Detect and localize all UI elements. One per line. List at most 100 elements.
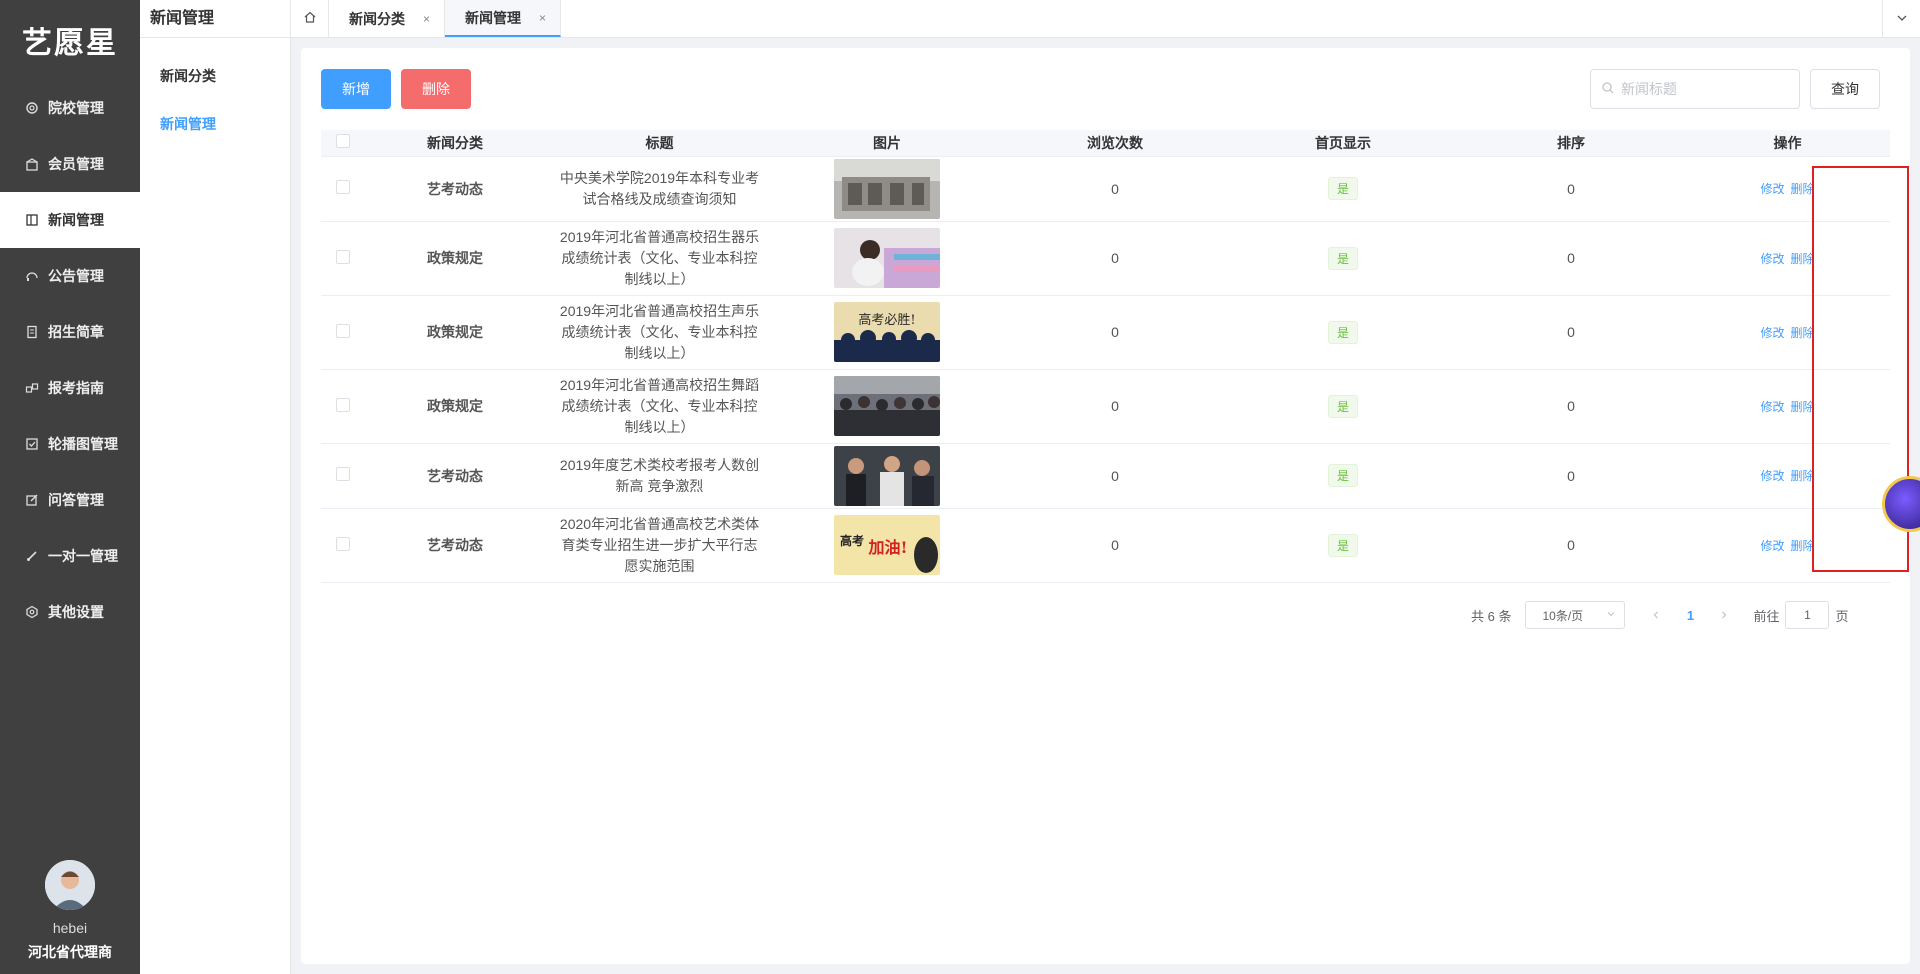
title-cell: 中央美术学院2019年本科专业考试合格线及成绩查询须知: [559, 169, 760, 207]
row-checkbox[interactable]: [335, 467, 350, 481]
sidebar-item-brochure[interactable]: 招生简章: [0, 304, 140, 360]
column-header: 浏览次数: [1001, 130, 1229, 157]
page-size-select[interactable]: 10条/页: [1525, 601, 1626, 629]
close-icon[interactable]: ×: [539, 11, 546, 25]
home-display-tag: 是: [1327, 464, 1358, 487]
delete-link[interactable]: 删除: [1791, 469, 1815, 483]
delete-link[interactable]: 删除: [1791, 400, 1815, 414]
next-page-button[interactable]: [1709, 608, 1739, 623]
prev-page-button[interactable]: [1641, 608, 1671, 623]
settings-icon: [24, 604, 40, 620]
page-size-value: 10条/页: [1542, 608, 1584, 623]
row-checkbox[interactable]: [335, 180, 350, 194]
tab-label: 新闻管理: [465, 9, 522, 26]
chevron-left-icon: [1654, 611, 1659, 618]
category-cell: 政策规定: [364, 295, 546, 370]
avatar[interactable]: [45, 860, 95, 910]
column-header: 操作: [1685, 130, 1890, 157]
poster-text-right: 加油!: [867, 538, 907, 557]
edit-link[interactable]: 修改: [1760, 400, 1784, 414]
column-header: 图片: [773, 130, 1001, 157]
submenu-item-news-manage[interactable]: 新闻管理: [140, 112, 290, 136]
table-row: 艺考动态 2019年度艺术类校考报考人数创新高 竞争激烈 0 是 0 修改 删除: [321, 443, 1890, 509]
row-checkbox[interactable]: [335, 249, 350, 264]
table-row: 艺考动态 中央美术学院2019年本科专业考试合格线及成绩查询须知 0 是 0 修…: [321, 156, 1890, 222]
sidebar-item-member[interactable]: 会员管理: [0, 136, 140, 192]
select-all-checkbox[interactable]: [335, 134, 350, 149]
edit-link[interactable]: 修改: [1760, 469, 1784, 483]
sidebar-item-label: 新闻管理: [48, 212, 104, 228]
sidebar-item-label: 问答管理: [48, 492, 104, 508]
sidebar-item-settings[interactable]: 其他设置: [0, 584, 140, 640]
total-count: 共 6 条: [1471, 608, 1512, 624]
title-cell: 2020年河北省普通高校艺术类体育类专业招生进一步扩大平行志愿实施范围: [559, 515, 760, 574]
edit-link[interactable]: 修改: [1760, 252, 1784, 266]
delete-button[interactable]: 删除: [401, 69, 471, 109]
tab-label: 新闻分类: [349, 10, 405, 27]
edit-icon: [24, 492, 40, 508]
table-row: 政策规定 2019年河北省普通高校招生舞蹈成绩统计表（文化、专业本科控制线以上）…: [321, 369, 1890, 444]
tab-bar: 新闻分类 × 新闻管理 ×: [291, 0, 1920, 38]
table-header: 新闻分类 标题 图片 浏览次数 首页显示 排序 操作: [321, 130, 1890, 157]
category-cell: 艺考动态: [364, 443, 546, 509]
row-checkbox[interactable]: [335, 397, 350, 412]
order-cell: 0: [1457, 443, 1685, 509]
submenu-title: 新闻管理: [140, 0, 290, 38]
home-display-tag: 是: [1327, 394, 1358, 418]
guide-icon: [24, 380, 40, 396]
tab-news-manage[interactable]: 新闻管理 ×: [445, 0, 562, 37]
page-number[interactable]: 1: [1671, 608, 1709, 623]
edit-link[interactable]: 修改: [1760, 182, 1784, 196]
delete-link[interactable]: 删除: [1791, 326, 1815, 340]
delete-link[interactable]: 删除: [1791, 539, 1815, 553]
sidebar-item-carousel[interactable]: 轮播图管理: [0, 416, 140, 472]
row-checkbox[interactable]: [335, 323, 350, 338]
sidebar-item-one-on-one[interactable]: 一对一管理: [0, 528, 140, 584]
goto-page-input[interactable]: [1785, 601, 1830, 629]
content-card: 新增 删除 查询 新闻分类 标题 图片 浏览次数 首页显示 排序 操作: [301, 48, 1920, 964]
table-row: 艺考动态 2020年河北省普通高校艺术类体育类专业招生进一步扩大平行志愿实施范围…: [321, 508, 1890, 583]
chevron-right-icon: [1722, 611, 1727, 618]
home-display-tag: 是: [1327, 177, 1358, 200]
add-button[interactable]: 新增: [321, 69, 391, 109]
sidebar-nav: 院校管理 会员管理 新闻管理 公告管理 招生简章 报考指南 轮播图管理 问答管理…: [0, 80, 140, 640]
order-cell: 0: [1457, 295, 1685, 370]
delete-link[interactable]: 删除: [1791, 252, 1815, 266]
close-icon[interactable]: ×: [423, 12, 430, 26]
news-thumbnail: [834, 228, 940, 288]
sidebar-item-label: 院校管理: [48, 100, 104, 116]
search-field[interactable]: [1590, 69, 1800, 109]
row-checkbox[interactable]: [335, 536, 350, 551]
sidebar-item-news[interactable]: 新闻管理: [0, 192, 140, 248]
sidebar-item-label: 招生简章: [48, 324, 104, 340]
poster-text-left: 高考: [840, 533, 864, 548]
views-cell: 0: [1001, 369, 1229, 444]
edit-link[interactable]: 修改: [1760, 539, 1784, 553]
tab-news-category[interactable]: 新闻分类 ×: [329, 0, 446, 37]
news-thumbnail: [834, 376, 940, 436]
tab-dropdown[interactable]: [1882, 0, 1920, 38]
chevron-down-icon: [1895, 11, 1909, 28]
pagination: 共 6 条 10条/页 1 前往 页: [1471, 601, 1849, 629]
sidebar-item-label: 报考指南: [48, 380, 104, 396]
submenu: 新闻管理 新闻分类 新闻管理: [140, 0, 291, 974]
sidebar-item-label: 轮播图管理: [48, 436, 118, 452]
news-thumbnail: 高考 加油!: [834, 515, 940, 575]
sidebar-item-qa[interactable]: 问答管理: [0, 472, 140, 528]
title-cell: 2019年度艺术类校考报考人数创新高 竞争激烈: [559, 456, 760, 494]
home-tab[interactable]: [291, 0, 329, 37]
submenu-item-news-category[interactable]: 新闻分类: [140, 64, 290, 88]
sidebar-item-notice[interactable]: 公告管理: [0, 248, 140, 304]
news-icon: [24, 212, 40, 228]
sidebar-item-school[interactable]: 院校管理: [0, 80, 140, 136]
delete-link[interactable]: 删除: [1791, 182, 1815, 196]
sidebar: 艺愿星 院校管理 会员管理 新闻管理 公告管理 招生简章 报考指南 轮播图管理: [0, 0, 140, 974]
column-header: 排序: [1457, 130, 1685, 157]
edit-link[interactable]: 修改: [1760, 326, 1784, 340]
search-input[interactable]: [1621, 81, 1791, 97]
sidebar-item-guide[interactable]: 报考指南: [0, 360, 140, 416]
gift-icon: [24, 156, 40, 172]
category-cell: 艺考动态: [364, 156, 546, 222]
sidebar-item-label: 一对一管理: [48, 548, 118, 564]
query-button[interactable]: 查询: [1810, 69, 1880, 109]
